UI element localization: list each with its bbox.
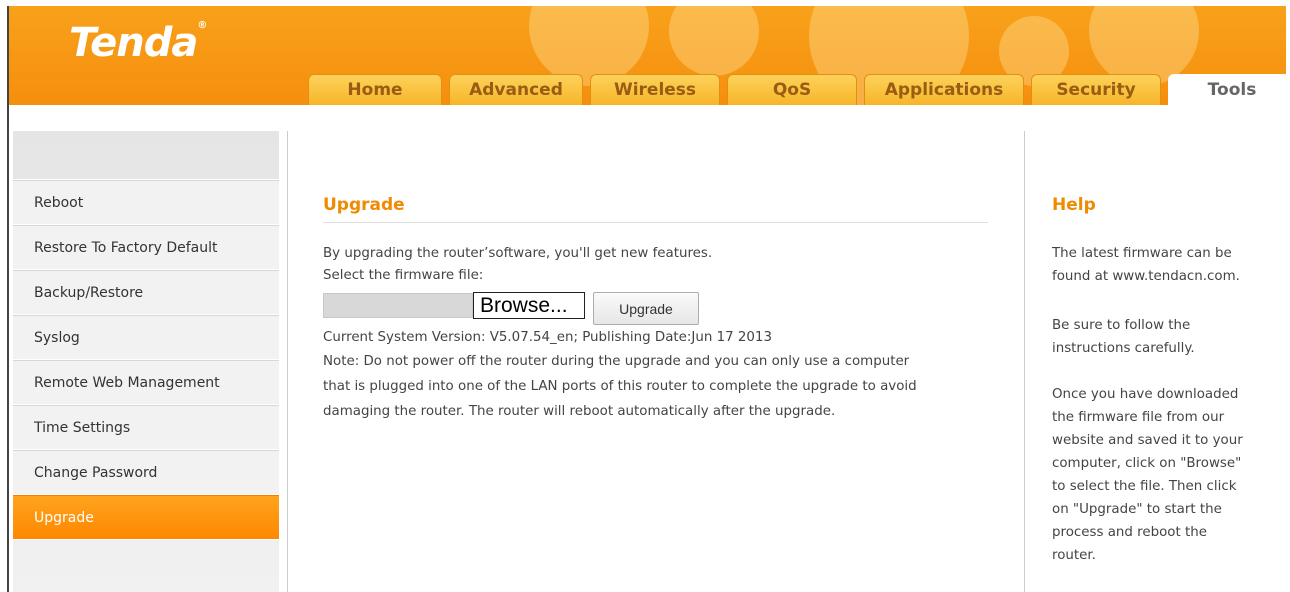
help-divider [1024,131,1025,592]
tab-home[interactable]: Home [308,74,442,105]
note-line: that is plugged into one of the LAN port… [323,379,917,394]
page-title: Upgrade [323,195,405,215]
content-divider [287,131,288,592]
tenda-logo: Tenda® [69,20,207,66]
help-text: on "Upgrade" to start the [1052,502,1222,517]
help-text: instructions carefully. [1052,341,1195,356]
sidebar-header [13,131,279,180]
decor-bubble [669,6,759,76]
upgrade-intro: By upgrading the router’software, you'll… [323,246,713,261]
note-line: Note: Do not power off the router during… [323,354,910,369]
sidebar: Reboot Restore To Factory Default Backup… [13,131,279,592]
tab-advanced[interactable]: Advanced [449,74,583,105]
help-text: Once you have downloaded [1052,387,1239,402]
firmware-file-label: Select the firmware file: [323,268,484,283]
help-text: process and reboot the [1052,525,1207,540]
help-text: The latest firmware can be [1052,246,1232,261]
tab-tools[interactable]: Tools [1168,74,1286,105]
sidebar-item-remote-web-management[interactable]: Remote Web Management [13,360,279,405]
sidebar-item-upgrade[interactable]: Upgrade [13,495,279,540]
browse-button[interactable]: Browse... [473,292,585,319]
sidebar-item-syslog[interactable]: Syslog [13,315,279,360]
sidebar-item-change-password[interactable]: Change Password [13,450,279,495]
help-text: found at www.tendacn.com. [1052,269,1240,284]
help-text: computer, click on "Browse" [1052,456,1242,471]
firmware-file-input[interactable] [323,293,473,318]
sidebar-item-time-settings[interactable]: Time Settings [13,405,279,450]
help-text: router. [1052,548,1096,563]
sidebar-item-reboot[interactable]: Reboot [13,180,279,225]
header-banner: Tenda® Home Advanced Wireless QoS Applic… [7,6,1286,105]
upgrade-button[interactable]: Upgrade [593,292,699,325]
system-version: Current System Version: V5.07.54_en; Pub… [323,330,772,345]
tab-qos[interactable]: QoS [727,74,857,105]
sidebar-item-restore-factory-default[interactable]: Restore To Factory Default [13,225,279,270]
help-title: Help [1052,195,1096,215]
help-text: the firmware file from our [1052,410,1225,425]
tab-wireless[interactable]: Wireless [590,74,720,105]
help-text: Be sure to follow the [1052,318,1191,333]
tab-security[interactable]: Security [1031,74,1161,105]
help-text: website and saved it to your [1052,433,1243,448]
help-text: to select the file. Then click [1052,479,1237,494]
frame-border [7,105,9,592]
sidebar-item-backup-restore[interactable]: Backup/Restore [13,270,279,315]
note-line: damaging the router. The router will reb… [323,404,836,419]
tab-applications[interactable]: Applications [864,74,1024,105]
main-tabs: Home Advanced Wireless QoS Applications … [308,74,1286,105]
title-divider [323,222,988,223]
